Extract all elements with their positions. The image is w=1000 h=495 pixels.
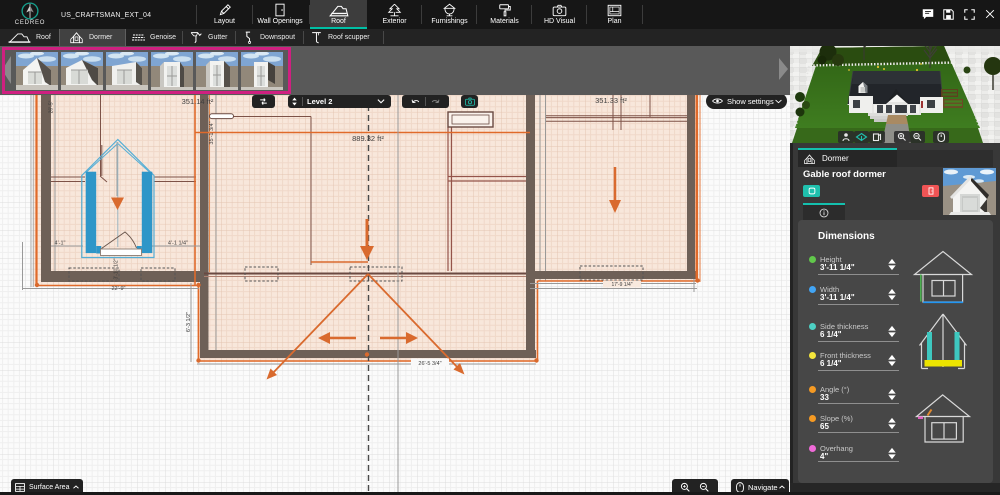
svg-text:26'-5": 26'-5" [49, 100, 55, 113]
svg-text:4'-1 1/4": 4'-1 1/4" [168, 241, 188, 247]
svg-text:22'-9": 22'-9" [111, 286, 125, 292]
svg-text:4'-1": 4'-1" [55, 241, 66, 247]
svg-text:17'-9 1/4": 17'-9 1/4" [611, 282, 632, 288]
svg-text:351.33 ft²: 351.33 ft² [595, 96, 627, 105]
svg-text:3'-10 1/2": 3'-10 1/2" [114, 258, 120, 279]
svg-text:351.14 ft²: 351.14 ft² [182, 97, 214, 106]
svg-text:889.32 ft²: 889.32 ft² [352, 134, 384, 143]
svg-text:6'-3 1/2": 6'-3 1/2" [186, 312, 192, 332]
svg-text:35'-1 3/4": 35'-1 3/4" [209, 121, 215, 144]
svg-text:26'-5 3/4": 26'-5 3/4" [418, 361, 441, 367]
